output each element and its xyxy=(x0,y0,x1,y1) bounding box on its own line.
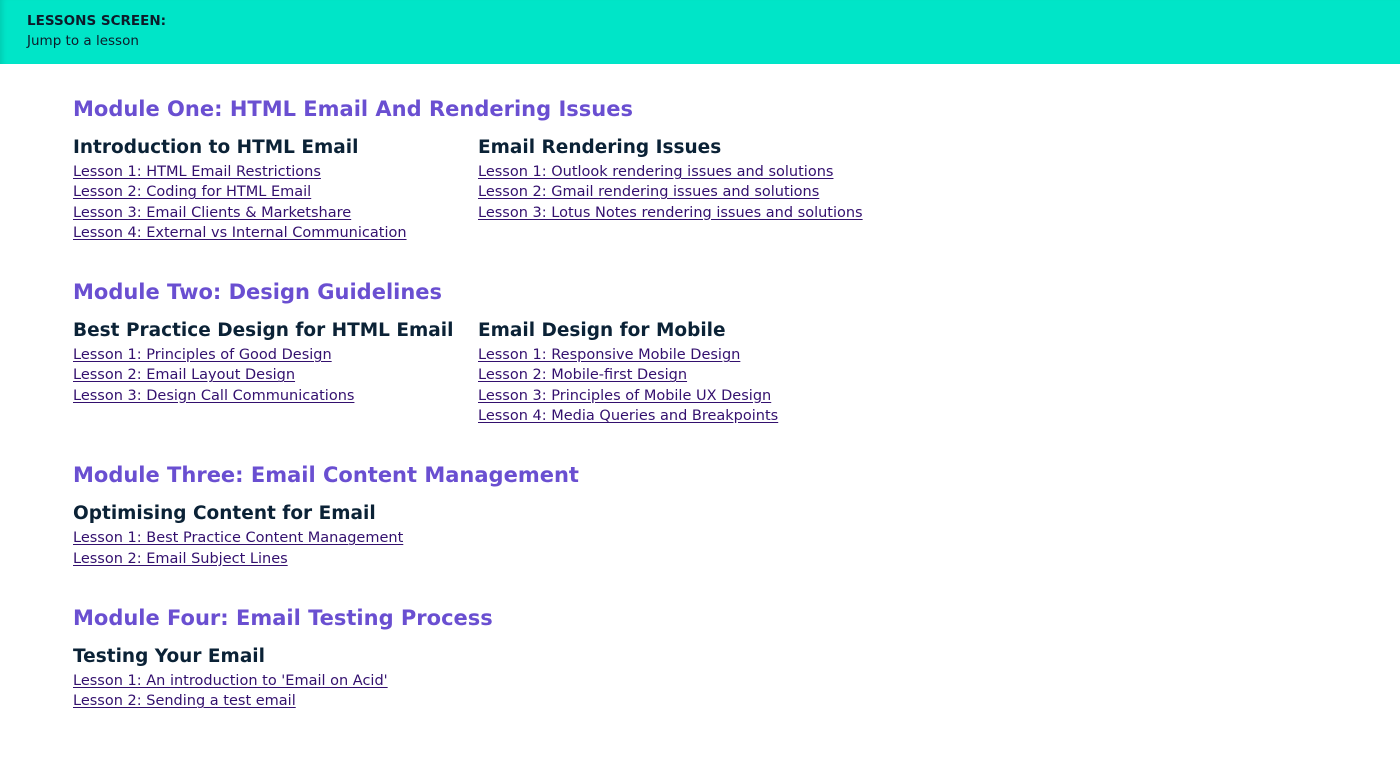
lesson-link[interactable]: Lesson 2: Email Subject Lines xyxy=(73,551,288,567)
section-title: Email Design for Mobile xyxy=(478,320,726,342)
lesson-link[interactable]: Lesson 2: Sending a test email xyxy=(73,693,296,709)
module-title: Module Four: Email Testing Process xyxy=(73,605,493,630)
lesson-link[interactable]: Lesson 2: Gmail rendering issues and sol… xyxy=(478,184,819,200)
lesson-link[interactable]: Lesson 1: Best Practice Content Manageme… xyxy=(73,530,403,546)
lesson-link[interactable]: Lesson 4: Media Queries and Breakpoints xyxy=(478,408,778,424)
section-optimising-content: Optimising Content for Email Lesson 1: B… xyxy=(73,500,478,568)
section-intro-html-email: Introduction to HTML Email Lesson 1: HTM… xyxy=(73,134,478,242)
lesson-link[interactable]: Lesson 1: An introduction to 'Email on A… xyxy=(73,673,388,689)
section-email-rendering-issues: Email Rendering Issues Lesson 1: Outlook… xyxy=(478,134,883,242)
lesson-link[interactable]: Lesson 1: HTML Email Restrictions xyxy=(73,164,321,180)
lesson-list: Lesson 1: HTML Email Restrictions Lesson… xyxy=(73,161,478,242)
module-title: Module Two: Design Guidelines xyxy=(73,280,443,305)
section-title: Best Practice Design for HTML Email xyxy=(73,320,454,342)
lesson-list: Lesson 1: Best Practice Content Manageme… xyxy=(73,527,478,568)
module-sections: Best Practice Design for HTML Email Less… xyxy=(73,317,1373,425)
lesson-link[interactable]: Lesson 1: Responsive Mobile Design xyxy=(478,347,740,363)
module-one: Module One: HTML Email And Rendering Iss… xyxy=(73,92,1373,242)
section-title: Introduction to HTML Email xyxy=(73,137,359,158)
lesson-link[interactable]: Lesson 3: Principles of Mobile UX Design xyxy=(478,388,771,404)
lesson-link[interactable]: Lesson 3: Design Call Communications xyxy=(73,388,354,404)
module-sections: Testing Your Email Lesson 1: An introduc… xyxy=(73,643,1373,711)
section-best-practice-design: Best Practice Design for HTML Email Less… xyxy=(73,317,478,425)
lesson-link[interactable]: Lesson 2: Coding for HTML Email xyxy=(73,184,311,200)
lesson-link[interactable]: Lesson 1: Principles of Good Design xyxy=(73,347,332,363)
lesson-list: Lesson 1: Principles of Good Design Less… xyxy=(73,344,478,405)
lessons-content: Module One: HTML Email And Rendering Iss… xyxy=(73,92,1373,711)
module-two: Module Two: Design Guidelines Best Pract… xyxy=(73,275,1373,425)
section-testing-your-email: Testing Your Email Lesson 1: An introduc… xyxy=(73,643,478,711)
module-sections: Optimising Content for Email Lesson 1: B… xyxy=(73,500,1373,568)
section-title: Testing Your Email xyxy=(73,645,265,667)
header-title: LESSONS SCREEN: xyxy=(27,13,167,29)
lesson-link[interactable]: Lesson 2: Mobile-first Design xyxy=(478,367,687,383)
lesson-link[interactable]: Lesson 1: Outlook rendering issues and s… xyxy=(478,164,833,180)
section-title: Email Rendering Issues xyxy=(478,137,722,158)
section-title: Optimising Content for Email xyxy=(73,503,376,525)
module-four: Module Four: Email Testing Process Testi… xyxy=(73,601,1373,711)
module-title: Module One: HTML Email And Rendering Iss… xyxy=(73,97,633,121)
module-three: Module Three: Email Content Management O… xyxy=(73,458,1373,568)
module-title: Module Three: Email Content Management xyxy=(73,463,579,488)
module-sections: Introduction to HTML Email Lesson 1: HTM… xyxy=(73,134,1373,242)
section-email-design-mobile: Email Design for Mobile Lesson 1: Respon… xyxy=(478,317,883,425)
lesson-link[interactable]: Lesson 4: External vs Internal Communica… xyxy=(73,225,407,241)
lesson-link[interactable]: Lesson 2: Email Layout Design xyxy=(73,367,295,383)
lesson-link[interactable]: Lesson 3: Email Clients & Marketshare xyxy=(73,205,351,221)
lesson-link[interactable]: Lesson 3: Lotus Notes rendering issues a… xyxy=(478,205,863,221)
lesson-list: Lesson 1: Outlook rendering issues and s… xyxy=(478,161,883,222)
lesson-list: Lesson 1: An introduction to 'Email on A… xyxy=(73,670,478,711)
header-subtitle: Jump to a lesson xyxy=(27,33,139,49)
lesson-list: Lesson 1: Responsive Mobile Design Lesso… xyxy=(478,344,883,425)
lessons-header: LESSONS SCREEN: Jump to a lesson xyxy=(0,0,1400,64)
